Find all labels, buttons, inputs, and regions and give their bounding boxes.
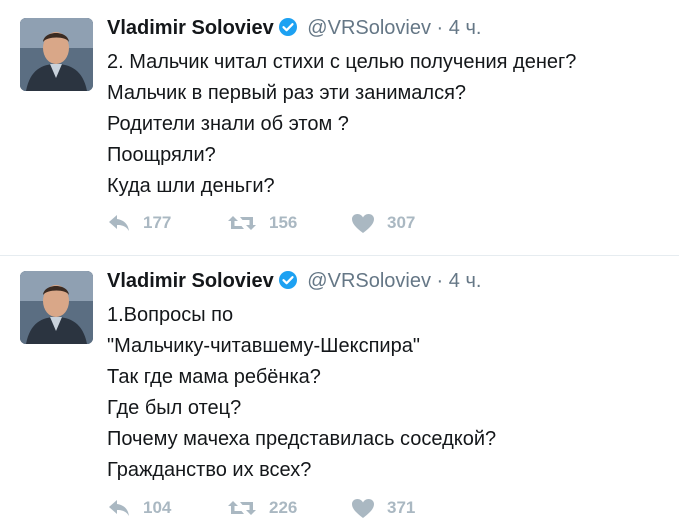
retweet-button[interactable]: 156 — [227, 213, 351, 233]
avatar[interactable] — [20, 271, 93, 344]
heart-icon — [351, 498, 375, 519]
tweet-actions: 104 226 371 — [107, 493, 471, 523]
tweet-text: 1.Вопросы по "Мальчику-читавшему-Шекспир… — [107, 300, 669, 486]
tweet-text-line: Мальчик в первый раз эти занимался? — [107, 82, 467, 104]
retweet-icon — [227, 498, 257, 518]
like-count: 307 — [387, 213, 416, 232]
separator-dot: · — [436, 270, 444, 292]
reply-icon — [107, 213, 131, 233]
tweet[interactable]: Vladimir Soloviev @VRSoloviev · 4 ч. 2. … — [0, 0, 679, 256]
tweet-text-line: 1.Вопросы по — [107, 304, 234, 326]
tweet-text-line: Родители знали об этом ? — [107, 113, 349, 135]
tweet-text: 2. Мальчик читал стихи с целью получения… — [107, 47, 669, 202]
tweet-actions: 177 156 307 — [107, 208, 471, 238]
author-handle[interactable]: @VRSoloviev — [307, 17, 431, 39]
tweet-text-line: Поощряли? — [107, 144, 216, 166]
tweet-text-line: Так где мама ребёнка? — [107, 366, 321, 388]
timestamp[interactable]: 4 ч. — [449, 17, 482, 39]
reply-icon — [107, 498, 131, 518]
retweet-icon — [227, 213, 257, 233]
reply-button[interactable]: 104 — [107, 498, 227, 518]
tweet-text-line: 2. Мальчик читал стихи с целью получения… — [107, 51, 577, 73]
timestamp[interactable]: 4 ч. — [449, 270, 482, 292]
heart-icon — [351, 213, 375, 234]
tweet-text-line: Гражданство их всех? — [107, 459, 312, 481]
tweet-text-line: Почему мачеха представилась соседкой? — [107, 428, 497, 450]
tweet-text-line: Где был отец? — [107, 397, 242, 419]
author-name[interactable]: Vladimir Soloviev — [107, 270, 274, 292]
author-handle[interactable]: @VRSoloviev — [307, 270, 431, 292]
like-button[interactable]: 371 — [351, 498, 471, 519]
tweet-text-line: Куда шли деньги? — [107, 175, 275, 197]
reply-button[interactable]: 177 — [107, 213, 227, 233]
like-button[interactable]: 307 — [351, 213, 471, 234]
reply-count: 104 — [143, 498, 172, 517]
verified-badge-icon — [278, 13, 298, 49]
tweet[interactable]: Vladimir Soloviev @VRSoloviev · 4 ч. 1.В… — [0, 256, 679, 531]
tweet-text-line: "Мальчику-читавшему-Шекспира" — [107, 335, 420, 357]
retweet-count: 156 — [269, 213, 298, 232]
like-count: 371 — [387, 498, 416, 517]
author-name[interactable]: Vladimir Soloviev — [107, 17, 274, 39]
reply-count: 177 — [143, 213, 172, 232]
retweet-button[interactable]: 226 — [227, 498, 351, 518]
verified-badge-icon — [278, 266, 298, 302]
retweet-count: 226 — [269, 498, 298, 517]
separator-dot: · — [436, 17, 444, 39]
avatar[interactable] — [20, 18, 93, 91]
